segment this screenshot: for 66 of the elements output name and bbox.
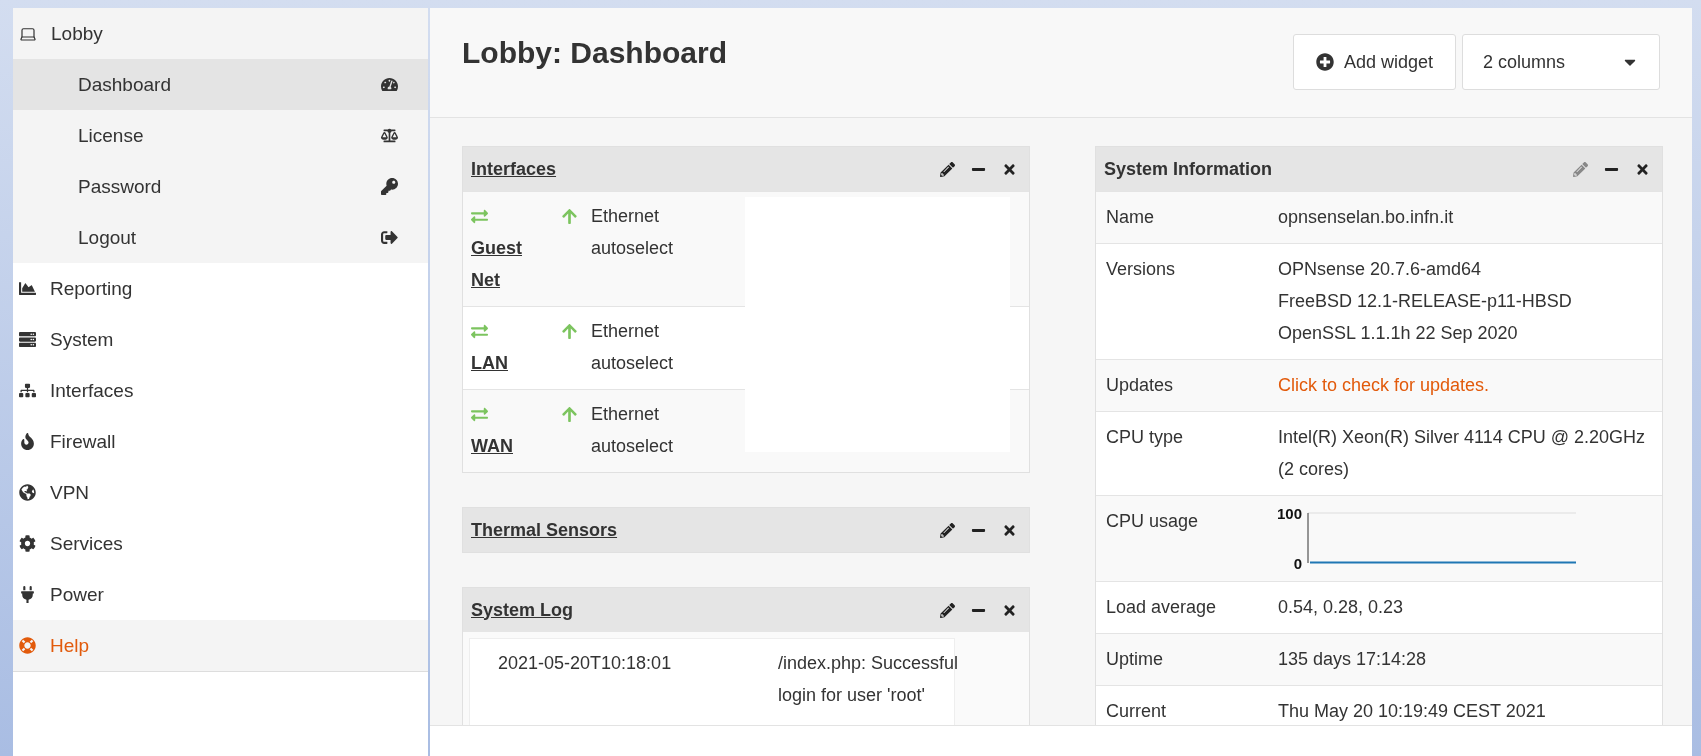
info-label: CPU usage (1106, 510, 1200, 533)
area-chart-icon (19, 280, 36, 297)
flame-icon (19, 433, 36, 450)
sidebar-subitem[interactable]: Logout (13, 212, 428, 263)
interface-link[interactable]: LAN (471, 347, 531, 379)
sidebar-subitem[interactable]: License (13, 110, 428, 161)
close-icon[interactable] (1635, 161, 1650, 177)
sidebar-subitem[interactable]: Password (13, 161, 428, 212)
widget-title: System Information (1104, 158, 1273, 180)
lifebuoy-icon (19, 637, 36, 654)
widget-title[interactable]: Interfaces (471, 158, 557, 180)
close-icon[interactable] (1002, 161, 1017, 177)
arrow-up-icon (561, 207, 578, 225)
info-label: Name (1106, 206, 1155, 229)
logout-icon (381, 229, 398, 246)
sidebar-item[interactable]: Lobby (13, 8, 428, 59)
sidebar-subitem[interactable]: Dashboard (13, 59, 428, 110)
info-label: Versions (1106, 258, 1177, 281)
info-value: 0.54, 0.28, 0.23 (1278, 596, 1405, 619)
interface-link[interactable]: WAN (471, 430, 531, 462)
info-value: OpenSSL 1.1.1h 22 Sep 2020 (1278, 322, 1519, 345)
info-value: FreeBSD 12.1-RELEASE-p11-HBSD (1278, 290, 1573, 313)
info-label: CPU type (1106, 426, 1185, 449)
widget-title[interactable]: System Log (471, 599, 574, 621)
axis-tick-label: 0 (1293, 555, 1302, 571)
info-label: Uptime (1106, 648, 1164, 671)
axis-tick-label: 100 (1278, 505, 1302, 522)
exchange-icon (471, 405, 488, 423)
info-value: Intel(R) Xeon(R) Silver 4114 CPU @ 2.20GHz (2 cores) (1278, 426, 1647, 481)
update-link[interactable]: Click to check for updates. (1278, 375, 1490, 395)
globe-icon (19, 484, 36, 501)
log-message: /index.php: Successful login for user 'root' (778, 652, 960, 707)
info-value: opnsenselan.bo.infn.it (1278, 206, 1455, 229)
server-icon (19, 331, 36, 348)
arrow-up-icon (561, 322, 578, 340)
scale-icon (381, 127, 398, 144)
exchange-icon (471, 322, 488, 340)
add-widget-button[interactable]: Add widget (1292, 34, 1456, 90)
plug-icon (19, 586, 36, 603)
arrow-up-icon (561, 405, 578, 423)
exchange-icon (471, 207, 488, 225)
media-text: Ethernet autoselect (591, 403, 675, 458)
gauge-icon (381, 76, 398, 93)
pencil-icon[interactable] (940, 161, 955, 177)
plus-icon (1315, 53, 1334, 71)
widget-title[interactable]: Thermal Sensors (471, 519, 618, 541)
columns-select[interactable]: 2 columns (1462, 34, 1660, 90)
pencil-icon[interactable] (940, 522, 955, 538)
media-text: Ethernet autoselect (591, 205, 675, 260)
media-text: Ethernet autoselect (591, 320, 675, 375)
pencil-icon[interactable] (940, 602, 955, 618)
key-icon (381, 178, 398, 195)
info-value: Thu May 20 10:19:49 CEST 2021 (1278, 700, 1547, 723)
close-icon[interactable] (1002, 602, 1017, 618)
settings-icon (19, 535, 36, 552)
log-time: 2021-05-20T10:18:01 (498, 652, 673, 675)
interface-link[interactable]: Guest Net (471, 232, 531, 296)
close-icon[interactable] (1002, 522, 1017, 538)
info-value: 135 days 17:14:28 (1278, 648, 1428, 671)
sitemap-icon (19, 382, 36, 399)
info-value: OPNsense 20.7.6-amd64 (1278, 258, 1483, 281)
info-label: Current (1106, 700, 1168, 723)
info-label: Updates (1106, 374, 1175, 397)
y-axis (1307, 512, 1309, 564)
page-title: Lobby: Dashboard (462, 36, 727, 70)
info-label: Load average (1106, 596, 1218, 619)
